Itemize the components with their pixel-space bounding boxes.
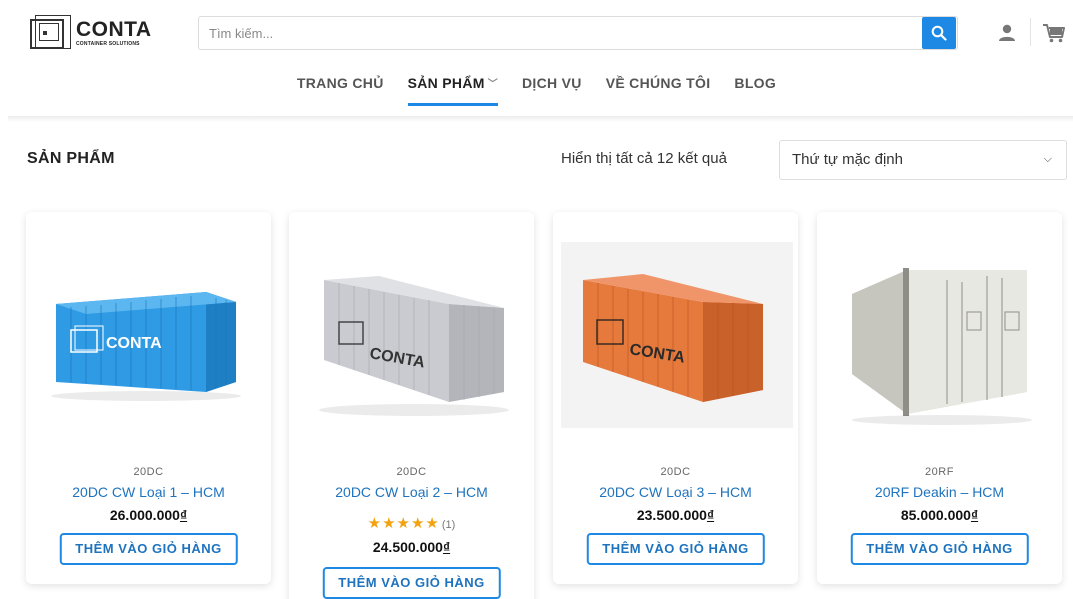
header-shadow bbox=[8, 116, 1073, 122]
orderby-select[interactable]: Thứ tự mặc định ⌵ bbox=[779, 140, 1067, 180]
product-price: 23.500.000₫ bbox=[553, 507, 798, 523]
product-category: 20DC bbox=[133, 466, 164, 478]
nav-services-label: DỊCH VỤ bbox=[522, 75, 582, 91]
chevron-down-icon: ⌵ bbox=[1043, 153, 1052, 165]
product-category: 20RF bbox=[925, 466, 954, 478]
product-category: 20DC bbox=[660, 466, 691, 478]
search-icon bbox=[931, 25, 947, 41]
nav-about-label: VỀ CHÚNG TÔI bbox=[605, 75, 711, 91]
result-count: Hiển thị tất cả 12 kết quả bbox=[561, 150, 727, 167]
product-image[interactable]: CONTA bbox=[553, 242, 798, 452]
price-value: 24.500.000 bbox=[372, 539, 443, 555]
site-header: CONTA CONTAINER SOLUTIONS TRANG CHỦ SẢN … bbox=[0, 0, 1073, 118]
add-to-cart-button[interactable]: THÊM VÀO GIỎ HÀNG bbox=[850, 533, 1029, 565]
logo-subtitle: CONTAINER SOLUTIONS bbox=[76, 41, 140, 47]
star-rating-icon: ★★★★★ bbox=[367, 515, 440, 532]
price-currency: ₫ bbox=[970, 507, 979, 523]
product-title[interactable]: 20DC CW Loại 1 – HCM bbox=[26, 484, 271, 500]
nav-item-products[interactable]: SẢN PHẨM ﹀ bbox=[396, 70, 510, 106]
nav-products-label: SẢN PHẨM bbox=[407, 75, 485, 91]
nav-blog-label: BLOG bbox=[734, 75, 777, 91]
product-card: CONTA 20DC 20DC CW Loại 1 – HCM 26.000.0… bbox=[26, 212, 271, 584]
nav-item-blog[interactable]: BLOG bbox=[722, 70, 788, 100]
price-value: 23.500.000 bbox=[636, 507, 707, 523]
add-to-cart-button[interactable]: THÊM VÀO GIỎ HÀNG bbox=[322, 567, 501, 599]
search-button[interactable] bbox=[922, 17, 956, 49]
product-price: 24.500.000₫ bbox=[289, 539, 534, 555]
product-rating: ★★★★★ (1) bbox=[289, 514, 534, 532]
product-price: 26.000.000₫ bbox=[26, 507, 271, 523]
product-title[interactable]: 20DC CW Loại 2 – HCM bbox=[289, 484, 534, 500]
add-to-cart-button[interactable]: THÊM VÀO GIỎ HÀNG bbox=[59, 533, 238, 565]
page-title: SẢN PHẨM bbox=[27, 150, 115, 167]
product-image[interactable]: CONTA bbox=[289, 242, 534, 452]
add-to-cart-button[interactable]: THÊM VÀO GIỎ HÀNG bbox=[586, 533, 765, 565]
main-nav: TRANG CHỦ SẢN PHẨM ﹀ DỊCH VỤ VỀ CHÚNG TÔI… bbox=[0, 70, 1073, 106]
product-image[interactable]: CONTA bbox=[26, 242, 271, 452]
chevron-down-icon: ﹀ bbox=[487, 79, 499, 90]
cart-icon[interactable] bbox=[1042, 22, 1066, 44]
price-currency: ₫ bbox=[706, 507, 715, 523]
orderby-selected-value: Thứ tự mặc định bbox=[792, 151, 903, 168]
container-branding: CONTA bbox=[106, 335, 162, 352]
product-price: 85.000.000₫ bbox=[817, 507, 1062, 523]
price-currency: ₫ bbox=[442, 539, 451, 555]
price-value: 26.000.000 bbox=[109, 507, 180, 523]
search-input[interactable] bbox=[199, 17, 921, 49]
user-icon[interactable] bbox=[996, 22, 1018, 44]
product-card: CONTA 20DC 20DC CW Loại 2 – HCM ★★★★★ (1)… bbox=[289, 212, 534, 599]
header-divider bbox=[1030, 18, 1031, 46]
nav-home-label: TRANG CHỦ bbox=[296, 75, 384, 91]
nav-item-home[interactable]: TRANG CHỦ bbox=[285, 70, 396, 100]
price-currency: ₫ bbox=[179, 507, 188, 523]
product-title[interactable]: 20DC CW Loại 3 – HCM bbox=[553, 484, 798, 500]
product-title[interactable]: 20RF Deakin – HCM bbox=[817, 484, 1062, 500]
price-value: 85.000.000 bbox=[900, 507, 971, 523]
product-category: 20DC bbox=[396, 466, 427, 478]
product-card: 20RF 20RF Deakin – HCM 85.000.000₫ THÊM … bbox=[817, 212, 1062, 584]
search-box bbox=[198, 16, 958, 50]
nav-item-about[interactable]: VỀ CHÚNG TÔI bbox=[594, 70, 723, 100]
nav-item-services[interactable]: DỊCH VỤ bbox=[510, 70, 594, 100]
product-card: CONTA 20DC 20DC CW Loại 3 – HCM 23.500.0… bbox=[553, 212, 798, 584]
site-logo[interactable]: CONTA CONTAINER SOLUTIONS bbox=[30, 13, 160, 53]
logo-name: CONTA bbox=[76, 18, 152, 41]
logo-mark-icon bbox=[30, 15, 74, 51]
product-image[interactable] bbox=[817, 242, 1062, 452]
review-count[interactable]: (1) bbox=[442, 519, 455, 531]
